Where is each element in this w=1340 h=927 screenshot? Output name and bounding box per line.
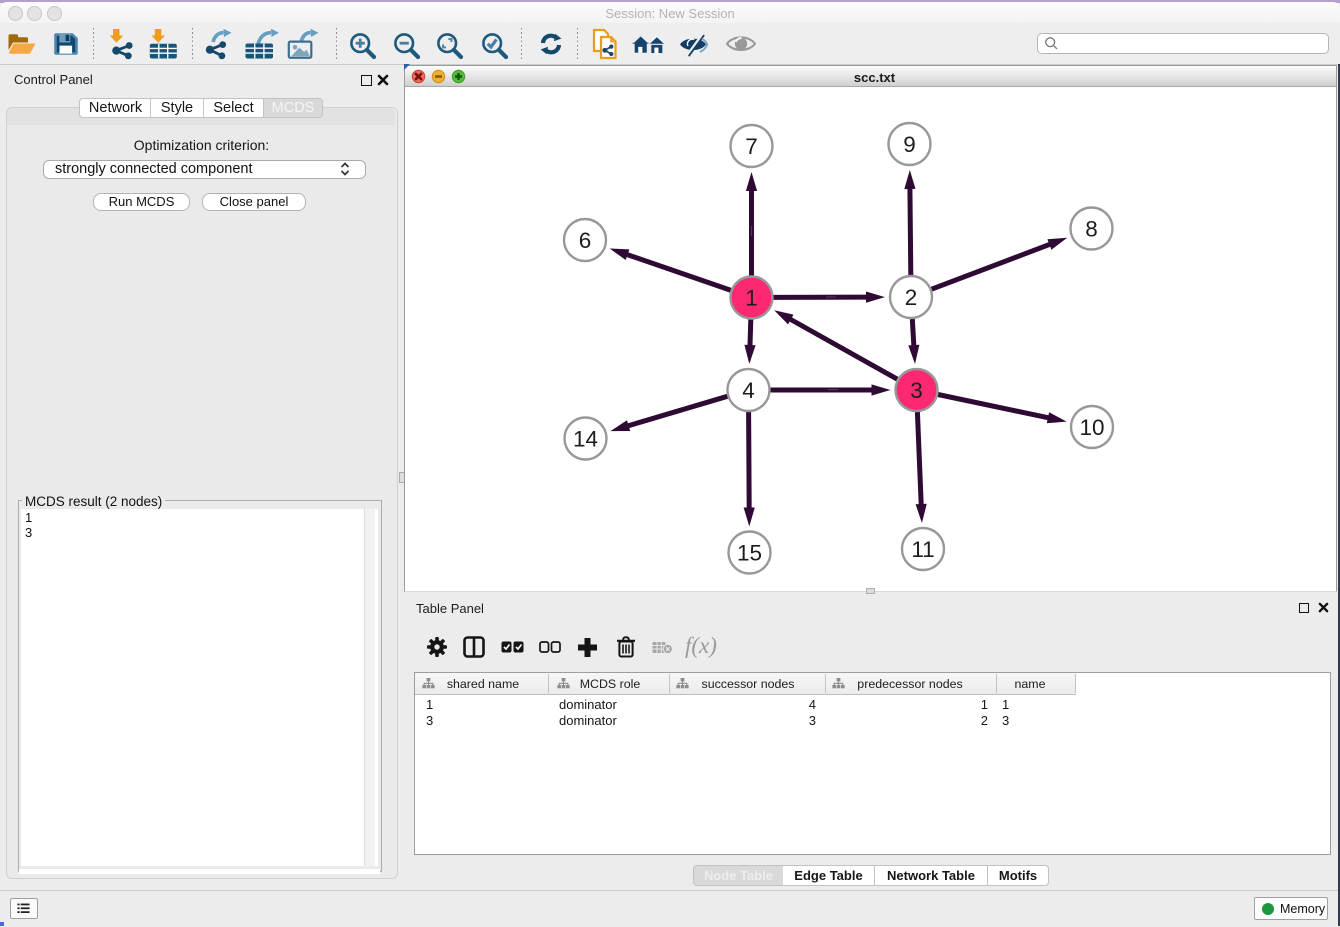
svg-text:9: 9 <box>903 132 916 157</box>
svg-text:predecessor nodes: predecessor nodes <box>857 677 962 691</box>
svg-text:7: 7 <box>745 134 758 159</box>
svg-text:8: 8 <box>1085 217 1098 242</box>
svg-text:6: 6 <box>579 228 592 253</box>
svg-text:3: 3 <box>910 378 923 403</box>
svg-text:15: 15 <box>737 541 762 566</box>
svg-text:shared name: shared name <box>447 677 519 691</box>
svg-text:10: 10 <box>1079 415 1104 440</box>
svg-text:2: 2 <box>905 285 918 310</box>
svg-text:MCDS role: MCDS role <box>580 677 641 691</box>
svg-text:11: 11 <box>911 537 934 562</box>
svg-text:4: 4 <box>742 378 755 403</box>
svg-text:1: 1 <box>745 286 758 311</box>
svg-text:successor nodes: successor nodes <box>702 677 795 691</box>
svg-text:14: 14 <box>573 427 598 452</box>
svg-text:name: name <box>1015 677 1046 691</box>
